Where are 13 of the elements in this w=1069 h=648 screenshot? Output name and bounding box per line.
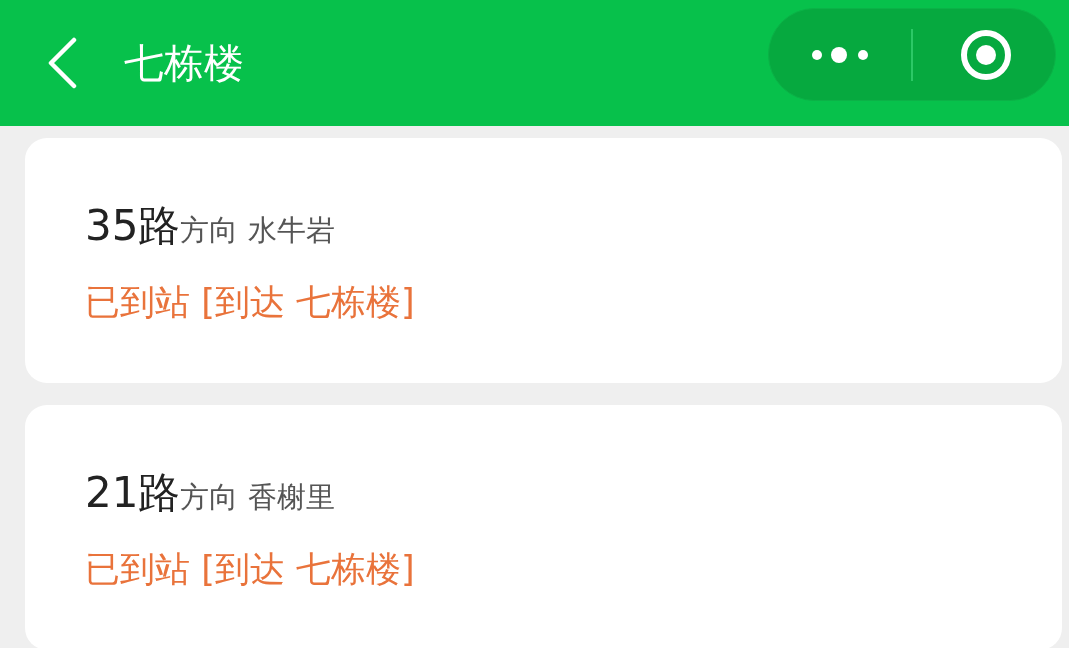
- route-card[interactable]: 35路方向 水牛岩 已到站 [到达 七栋楼]: [25, 138, 1062, 383]
- route-number: 35路: [85, 200, 181, 252]
- destination-name: 水牛岩: [248, 212, 336, 249]
- route-number: 21路: [85, 467, 181, 519]
- arrival-status: 已到站 [到达 七栋楼]: [85, 548, 415, 591]
- more-icon[interactable]: [811, 44, 871, 65]
- arrival-status: 已到站 [到达 七栋楼]: [85, 281, 415, 324]
- route-card[interactable]: 21路方向 香榭里 已到站 [到达 七栋楼]: [25, 405, 1062, 648]
- page-title: 七栋楼: [124, 39, 244, 88]
- direction-label: 方向: [180, 212, 239, 249]
- direction-label: 方向: [180, 479, 239, 516]
- back-icon[interactable]: [46, 37, 78, 89]
- destination-name: 香榭里: [248, 479, 336, 516]
